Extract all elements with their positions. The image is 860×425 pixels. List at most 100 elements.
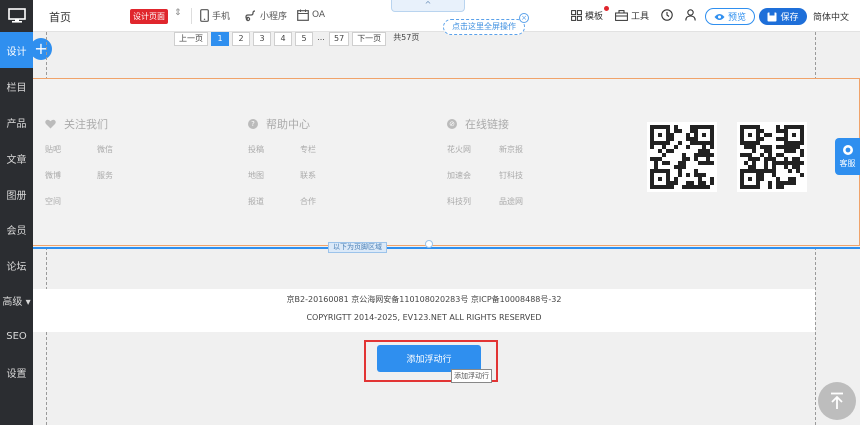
footer-link[interactable]: 贴吧	[45, 144, 97, 155]
sidebar-item-label: 栏目	[6, 82, 27, 94]
copyright-block[interactable]: 京B2-20160081 京公海网安备110108020283号 京ICP备10…	[33, 289, 815, 332]
oa-label: OA	[312, 10, 326, 20]
footer-link[interactable]: 科技列	[447, 196, 499, 207]
add-float-row-button[interactable]: 添加浮动行	[377, 345, 481, 372]
account-button[interactable]	[685, 9, 696, 21]
next-page-button[interactable]: 下一页	[352, 32, 387, 46]
footer-link[interactable]: 新京报	[499, 144, 551, 155]
add-module-button[interactable]: +	[30, 38, 52, 60]
qr-code-pattern	[650, 125, 714, 189]
template-label: 模板	[585, 12, 604, 22]
mobile-tool[interactable]: 手机	[200, 9, 230, 22]
toolbox-icon	[615, 10, 628, 21]
sidebar-item-label: 产品	[6, 118, 27, 130]
calendar-icon	[297, 9, 309, 21]
sidebar-item-advanced[interactable]: 高级 ▾	[0, 282, 33, 318]
heart-icon	[45, 119, 56, 129]
sidebar-item-members[interactable]: 会员	[0, 211, 33, 247]
top-toolbar: 首页 设计页面 ⇕ 手机 小程序 OA ^ 点击这里全屏操作 × 模板 工具 预…	[33, 0, 860, 35]
sidebar-item-settings[interactable]: 设置	[0, 354, 33, 390]
page-button[interactable]: 2	[232, 32, 250, 46]
back-to-top-button[interactable]	[818, 382, 856, 420]
sidebar-item-label: 文章	[6, 154, 27, 166]
user-icon	[685, 9, 696, 21]
footer-column-follow: 关注我们 贴吧 微信 微博 服务 空间	[45, 116, 149, 207]
history-button[interactable]	[661, 9, 673, 21]
sidebar-item-albums[interactable]: 图册	[0, 176, 33, 212]
eye-icon	[714, 13, 725, 20]
floppy-icon	[767, 12, 777, 21]
chevron-up-icon: ^	[424, 0, 432, 9]
sidebar-item-label: SEO	[6, 330, 27, 342]
page-button[interactable]: 4	[274, 32, 292, 46]
footer-link-list: 投稿 专栏 地图 联系 报道 合作	[248, 144, 352, 207]
monitor-icon[interactable]	[0, 0, 33, 32]
footer-link[interactable]: 空间	[45, 196, 97, 207]
question-icon: ?	[248, 119, 258, 129]
save-button[interactable]: 保存	[759, 8, 807, 25]
footer-link[interactable]: 钉科技	[499, 170, 551, 181]
resize-handle[interactable]	[425, 240, 433, 248]
footer-link[interactable]: 报道	[248, 196, 300, 207]
footer-link[interactable]: 微信	[97, 144, 149, 155]
footer-section[interactable]: 关注我们 贴吧 微信 微博 服务 空间 ? 帮助中心 投稿 专栏 地图 联系 报…	[33, 78, 860, 246]
headset-icon	[842, 145, 853, 155]
footer-column-links: ⊘ 在线链接 花火网 新京报 加速会 钉科技 科技列 品途网	[447, 116, 551, 207]
footer-link[interactable]: 微博	[45, 170, 97, 181]
miniprogram-tool[interactable]: 小程序	[245, 9, 287, 22]
mobile-label: 手机	[212, 12, 231, 22]
tools-button[interactable]: 工具	[615, 9, 649, 22]
prev-page-button[interactable]: 上一页	[174, 32, 208, 46]
footer-link[interactable]: 投稿	[248, 144, 300, 155]
oa-tool[interactable]: OA	[297, 9, 325, 21]
page-button[interactable]: 57	[329, 32, 350, 46]
footer-link-list: 花火网 新京报 加速会 钉科技 科技列 品途网	[447, 144, 551, 207]
qr-code-image	[737, 122, 807, 192]
page-button[interactable]: 1	[211, 32, 229, 46]
notification-dot	[604, 6, 609, 11]
footer-link[interactable]: 地图	[248, 170, 300, 181]
pagination: 上一页 1 2 3 4 5 ... 57 下一页 共57页	[174, 32, 423, 46]
icp-text: 京B2-20160081 京公海网安备110108020283号 京ICP备10…	[286, 295, 562, 304]
customer-service-button[interactable]: 客服	[835, 138, 860, 175]
template-button[interactable]: 模板	[571, 9, 603, 22]
sidebar-item-design[interactable]: 设计	[0, 32, 33, 68]
sidebar-item-products[interactable]: 产品	[0, 104, 33, 140]
footer-link[interactable]: 专栏	[300, 144, 352, 155]
page-switch-icon[interactable]: ⇕	[174, 8, 182, 18]
footer-link[interactable]: 联系	[300, 170, 352, 181]
footer-link[interactable]: 服务	[97, 170, 149, 181]
phone-icon	[200, 9, 209, 22]
sidebar-item-label: 图册	[6, 190, 27, 202]
fullscreen-toggle-tab[interactable]: ^	[391, 0, 465, 12]
page-total: 共57页	[393, 33, 420, 42]
divider	[191, 8, 192, 24]
footer-column-help: ? 帮助中心 投稿 专栏 地图 联系 报道 合作	[248, 116, 352, 207]
link-icon: ⊘	[447, 119, 457, 129]
page-title[interactable]: 首页	[49, 9, 71, 25]
sidebar-item-articles[interactable]: 文章	[0, 140, 33, 176]
sidebar-item-label: 论坛	[6, 261, 27, 273]
sidebar-item-columns[interactable]: 栏目	[0, 68, 33, 104]
tools-label: 工具	[631, 12, 650, 22]
save-label: 保存	[780, 13, 799, 23]
fullscreen-tip: 点击这里全屏操作	[443, 19, 525, 35]
page-button[interactable]: 3	[253, 32, 271, 46]
tooltip: 添加浮动行	[451, 369, 492, 383]
footer-link[interactable]: 品途网	[499, 196, 551, 207]
footer-link[interactable]	[97, 196, 149, 207]
footer-link[interactable]: 花火网	[447, 144, 499, 155]
miniprogram-label: 小程序	[260, 12, 288, 22]
sidebar-item-label: 高级 ▾	[2, 296, 31, 308]
preview-label: 预览	[727, 13, 746, 23]
qr-code-pattern	[740, 125, 804, 189]
footer-link[interactable]: 合作	[300, 196, 352, 207]
language-select[interactable]: 简体中文	[813, 10, 849, 23]
footer-link[interactable]: 加速会	[447, 170, 499, 181]
sidebar-item-seo[interactable]: SEO	[0, 318, 33, 354]
preview-button[interactable]: 预览	[705, 8, 755, 25]
sidebar-item-label: 会员	[6, 225, 27, 237]
sidebar-item-forum[interactable]: 论坛	[0, 247, 33, 283]
close-icon[interactable]: ×	[519, 13, 529, 23]
page-button[interactable]: 5	[295, 32, 313, 46]
